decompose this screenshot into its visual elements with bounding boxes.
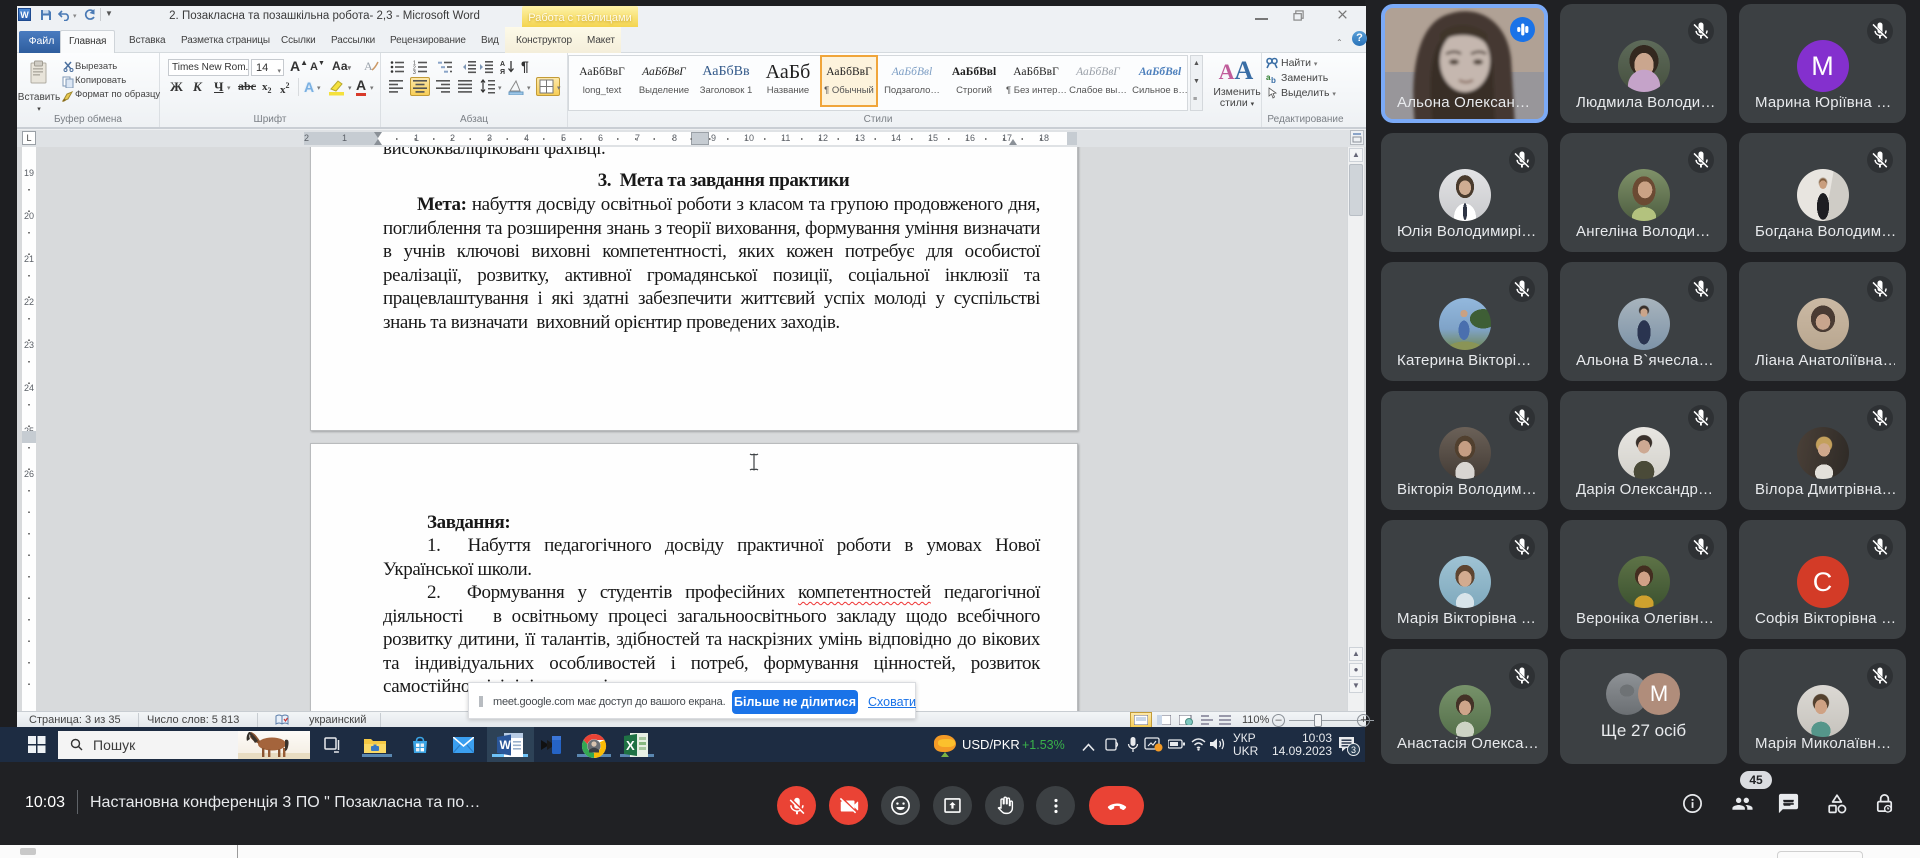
- svg-text:b: b: [1271, 76, 1276, 84]
- svg-text:W: W: [500, 738, 512, 752]
- svg-text:A: A: [364, 59, 373, 73]
- svg-text:Я: Я: [500, 69, 505, 74]
- svg-text:X: X: [626, 738, 635, 753]
- svg-text:А: А: [500, 61, 505, 68]
- svg-text:3: 3: [413, 70, 416, 74]
